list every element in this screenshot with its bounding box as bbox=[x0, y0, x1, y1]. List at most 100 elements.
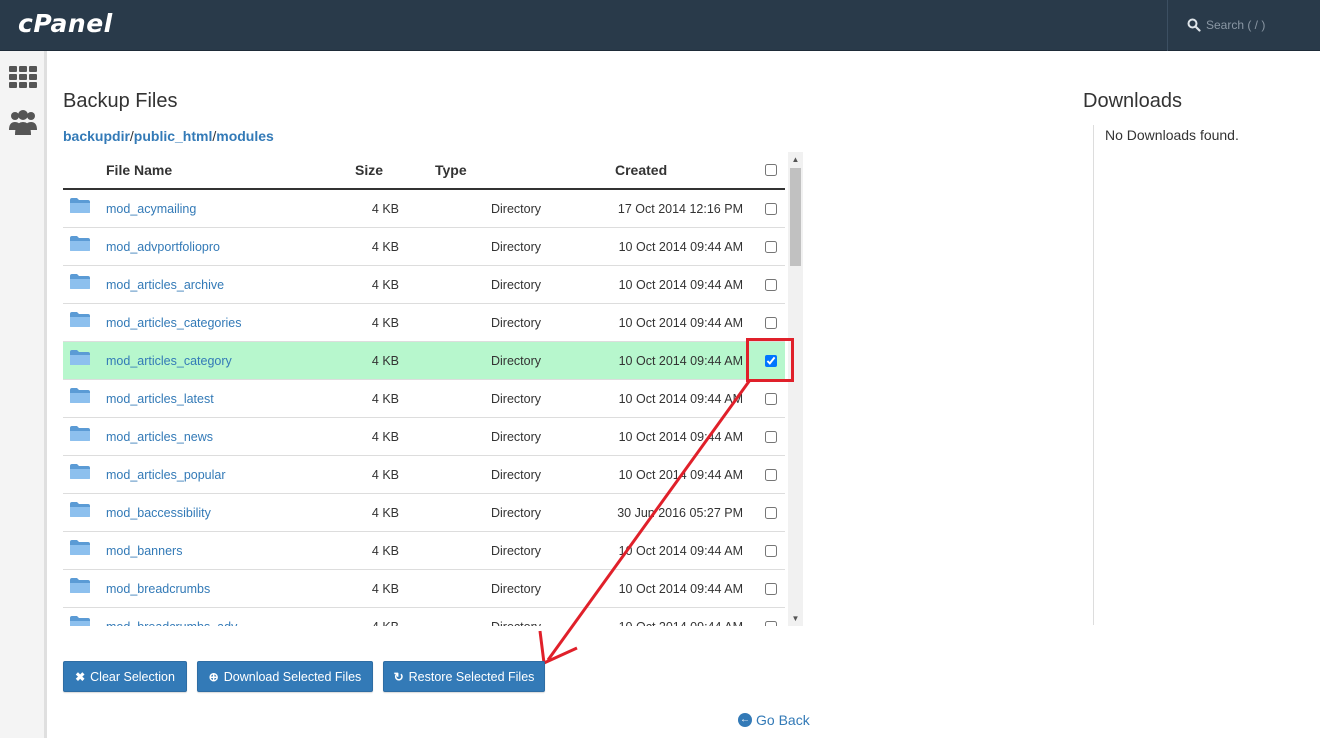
row-select-checkbox[interactable] bbox=[765, 621, 777, 626]
row-select-checkbox[interactable] bbox=[765, 583, 777, 595]
table-row[interactable]: mod_articles_news 4 KB Directory 10 Oct 201… bbox=[63, 418, 785, 456]
file-type: Directory bbox=[491, 620, 541, 626]
file-name-link[interactable]: mod_articles_popular bbox=[106, 468, 226, 482]
file-type: Directory bbox=[491, 430, 542, 444]
download-selected-label: Download Selected Files bbox=[223, 669, 362, 684]
downloads-panel: No Downloads found. bbox=[1093, 125, 1293, 625]
scroll-down-arrow-icon[interactable]: ▼ bbox=[788, 611, 803, 626]
row-select-checkbox[interactable] bbox=[765, 241, 777, 253]
file-type: Directory bbox=[491, 278, 542, 292]
file-created-date: 10 Oct 2014 09:44 AM bbox=[618, 430, 743, 444]
grid-icon[interactable] bbox=[8, 63, 38, 91]
folder-icon bbox=[70, 388, 90, 403]
folder-icon bbox=[70, 540, 90, 555]
row-select-checkbox[interactable] bbox=[765, 469, 777, 481]
search-icon bbox=[1187, 18, 1201, 32]
column-header-file-name[interactable]: File Name bbox=[106, 162, 172, 178]
file-created-date: 10 Oct 2014 09:44 AM bbox=[619, 620, 743, 626]
table-row[interactable]: mod_breadcrumbs 4 KB Directory 10 Oct 2014 … bbox=[63, 570, 785, 608]
file-type: Directory bbox=[491, 582, 542, 596]
file-created-date: 10 Oct 2014 09:44 AM bbox=[618, 582, 743, 596]
folder-icon bbox=[70, 198, 90, 213]
column-header-type[interactable]: Type bbox=[435, 162, 467, 178]
file-name-link[interactable]: mod_articles_latest bbox=[106, 392, 214, 406]
breadcrumb: backupdir/public_html/modules bbox=[63, 128, 274, 144]
clear-selection-button[interactable]: ✖ Clear Selection bbox=[63, 661, 187, 692]
file-name-link[interactable]: mod_baccessibility bbox=[106, 506, 211, 520]
file-name-link[interactable]: mod_acymailing bbox=[106, 202, 196, 216]
table-row[interactable]: mod_articles_categories 4 KB Directory 10 O… bbox=[63, 304, 785, 342]
file-created-date: 10 Oct 2014 09:44 AM bbox=[618, 240, 743, 254]
scroll-up-arrow-icon[interactable]: ▲ bbox=[788, 152, 803, 167]
download-icon: ⊕ bbox=[208, 669, 219, 684]
clear-selection-label: Clear Selection bbox=[90, 669, 175, 684]
row-select-checkbox[interactable] bbox=[765, 507, 777, 519]
file-list: mod_acymailing 4 KB Directory 17 Oct 2014 1… bbox=[63, 190, 785, 626]
file-name-link[interactable]: mod_articles_category bbox=[106, 354, 232, 368]
row-select-checkbox[interactable] bbox=[765, 317, 777, 329]
table-row[interactable]: mod_breadcrumbs_adv 4 KB Directory 10 Oct 2… bbox=[63, 608, 785, 626]
folder-icon bbox=[70, 236, 90, 251]
row-select-checkbox[interactable] bbox=[765, 279, 777, 291]
table-row[interactable]: mod_advportfoliopro 4 KB Directory 10 Oct 2… bbox=[63, 228, 785, 266]
file-name-link[interactable]: mod_breadcrumbs_adv bbox=[106, 620, 237, 626]
cpanel-logo[interactable]: cPanel bbox=[18, 9, 113, 38]
file-name-link[interactable]: mod_advportfoliopro bbox=[106, 240, 220, 254]
file-size: 4 KB bbox=[371, 506, 399, 520]
go-back-link[interactable]: ← Go Back bbox=[738, 712, 810, 728]
top-bar: cPanel bbox=[0, 0, 1320, 51]
select-all-checkbox[interactable] bbox=[765, 164, 777, 176]
row-select-checkbox[interactable] bbox=[765, 393, 777, 405]
table-row[interactable]: mod_acymailing 4 KB Directory 17 Oct 2014 1… bbox=[63, 190, 785, 228]
users-icon[interactable] bbox=[8, 108, 38, 136]
table-scrollbar[interactable]: ▲ ▼ bbox=[788, 152, 803, 626]
column-header-created[interactable]: Created bbox=[615, 162, 667, 178]
file-size: 4 KB bbox=[371, 240, 399, 254]
table-row[interactable]: mod_banners 4 KB Directory 10 Oct 2014 09:4… bbox=[63, 532, 785, 570]
table-row[interactable]: mod_articles_popular 4 KB Directory 10 Oct … bbox=[63, 456, 785, 494]
file-size: 4 KB bbox=[371, 582, 399, 596]
breadcrumb-backupdir[interactable]: backupdir bbox=[63, 128, 130, 144]
file-created-date: 10 Oct 2014 09:44 AM bbox=[618, 468, 743, 482]
file-created-date: 10 Oct 2014 09:44 AM bbox=[618, 392, 743, 406]
file-name-link[interactable]: mod_articles_categories bbox=[106, 316, 242, 330]
file-created-date: 30 Jun 2016 05:27 PM bbox=[617, 506, 743, 520]
folder-icon bbox=[70, 502, 90, 517]
file-name-link[interactable]: mod_banners bbox=[106, 544, 182, 558]
search-input[interactable] bbox=[1206, 14, 1314, 36]
table-row[interactable]: mod_baccessibility 4 KB Directory 30 Jun 20… bbox=[63, 494, 785, 532]
row-select-checkbox[interactable] bbox=[765, 203, 777, 215]
file-name-link[interactable]: mod_articles_archive bbox=[106, 278, 224, 292]
file-type: Directory bbox=[491, 392, 542, 406]
file-size: 4 KB bbox=[371, 278, 399, 292]
column-header-size[interactable]: Size bbox=[355, 162, 383, 178]
file-created-date: 10 Oct 2014 09:44 AM bbox=[618, 316, 743, 330]
breadcrumb-modules[interactable]: modules bbox=[216, 128, 274, 144]
arrow-left-icon: ← bbox=[738, 713, 752, 727]
table-row[interactable]: mod_articles_archive 4 KB Directory 10 Oct … bbox=[63, 266, 785, 304]
file-name-link[interactable]: mod_articles_news bbox=[106, 430, 213, 444]
file-name-link[interactable]: mod_breadcrumbs bbox=[106, 582, 210, 596]
restore-selected-button[interactable]: ↻ Restore Selected Files bbox=[383, 661, 545, 692]
folder-icon bbox=[70, 616, 90, 626]
file-type: Directory bbox=[491, 202, 542, 216]
file-created-date: 10 Oct 2014 09:44 AM bbox=[618, 354, 743, 368]
scroll-thumb[interactable] bbox=[790, 168, 801, 266]
row-select-checkbox[interactable] bbox=[765, 431, 777, 443]
file-size: 4 KB bbox=[371, 430, 399, 444]
table-header: File Name Size Type Created bbox=[63, 152, 785, 190]
file-size: 4 KB bbox=[371, 354, 399, 368]
file-size: 4 KB bbox=[372, 620, 399, 626]
annotation-highlight-box bbox=[746, 338, 794, 382]
file-size: 4 KB bbox=[371, 202, 399, 216]
file-table: File Name Size Type Created mod_acymaili… bbox=[63, 152, 803, 626]
folder-icon bbox=[70, 274, 90, 289]
table-row[interactable]: mod_articles_latest 4 KB Directory 10 Oct 2… bbox=[63, 380, 785, 418]
download-selected-button[interactable]: ⊕ Download Selected Files bbox=[197, 661, 373, 692]
annotation-arrow-head bbox=[538, 630, 578, 665]
row-select-checkbox[interactable] bbox=[765, 545, 777, 557]
table-row[interactable]: mod_articles_category 4 KB Directory 10 Oct… bbox=[63, 342, 785, 380]
folder-icon bbox=[70, 578, 90, 593]
file-size: 4 KB bbox=[371, 392, 399, 406]
breadcrumb-public-html[interactable]: public_html bbox=[134, 128, 213, 144]
